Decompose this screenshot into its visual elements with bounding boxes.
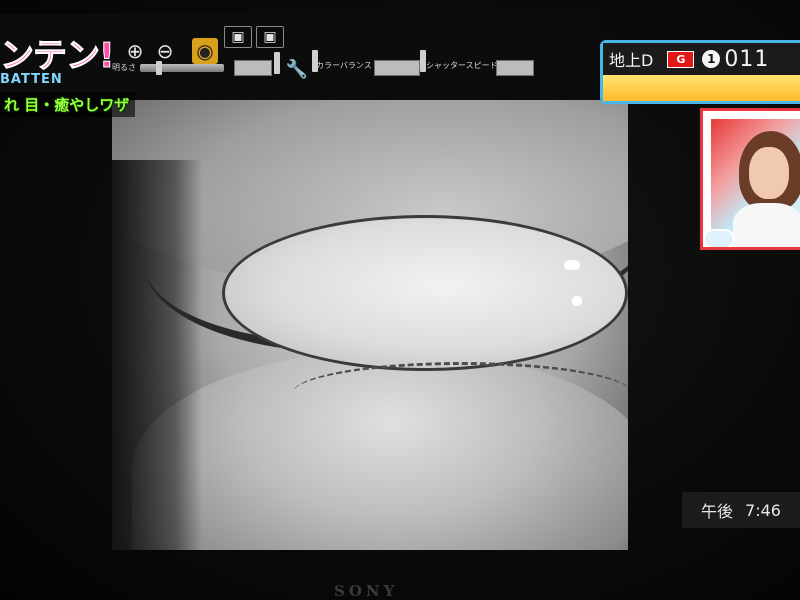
record-icon[interactable]: ▣ <box>256 26 284 48</box>
channel-label: 地上D <box>609 51 654 70</box>
light-glint <box>572 296 582 306</box>
color-balance-label: カラーバランス <box>316 61 372 70</box>
caption-telop: れ 目・癒やしワザ <box>0 92 136 117</box>
clock-period: 午後 <box>701 502 734 521</box>
tv-screen: ⊕ ⊖ ◉ ▣ ▣ 明るさ 🔧 カラーバランス シャッタースピード ンテン! B… <box>0 0 800 600</box>
eye-camera-feed <box>112 100 628 550</box>
brightness-stepper[interactable] <box>274 52 280 74</box>
cloud-icon <box>703 229 735 247</box>
color-balance-field[interactable] <box>374 60 420 76</box>
brightness-value-field[interactable] <box>234 60 272 76</box>
shutter-speed-label: シャッタースピード <box>426 61 498 70</box>
channel-indicator: 地上D G 1 011 <box>600 40 800 104</box>
lower-lash-line <box>292 362 628 425</box>
shadow <box>112 160 202 550</box>
channel-number-icon: 1 <box>702 50 721 68</box>
brightness-slider-knob[interactable] <box>156 61 162 75</box>
zoom-in-icon[interactable]: ⊕ <box>122 38 148 64</box>
camera-mode-icon[interactable]: ◉ <box>192 38 218 64</box>
channel-number: 011 <box>724 46 770 72</box>
snapshot-icon[interactable]: ▣ <box>224 26 252 48</box>
channel-banner <box>603 75 800 101</box>
wrench-icon[interactable]: 🔧 <box>284 56 310 82</box>
presenter-body <box>733 203 800 247</box>
channel-badge: G <box>667 50 695 68</box>
shutter-speed-select[interactable] <box>496 60 534 76</box>
brightness-slider[interactable] <box>140 64 224 72</box>
channel-bar: 地上D G 1 011 <box>603 43 800 75</box>
light-glint <box>564 260 580 270</box>
clock-time: 7:46 <box>745 500 781 520</box>
logo-subtitle: BATTEN <box>0 72 63 87</box>
closed-eye <box>222 215 628 371</box>
logo-title: ンテン! <box>0 36 115 77</box>
time-display: 午後 7:46 <box>682 492 800 528</box>
tv-brand-logo: SONY <box>334 582 399 600</box>
presenter-face <box>749 147 789 199</box>
presenter-wipe <box>700 108 800 250</box>
